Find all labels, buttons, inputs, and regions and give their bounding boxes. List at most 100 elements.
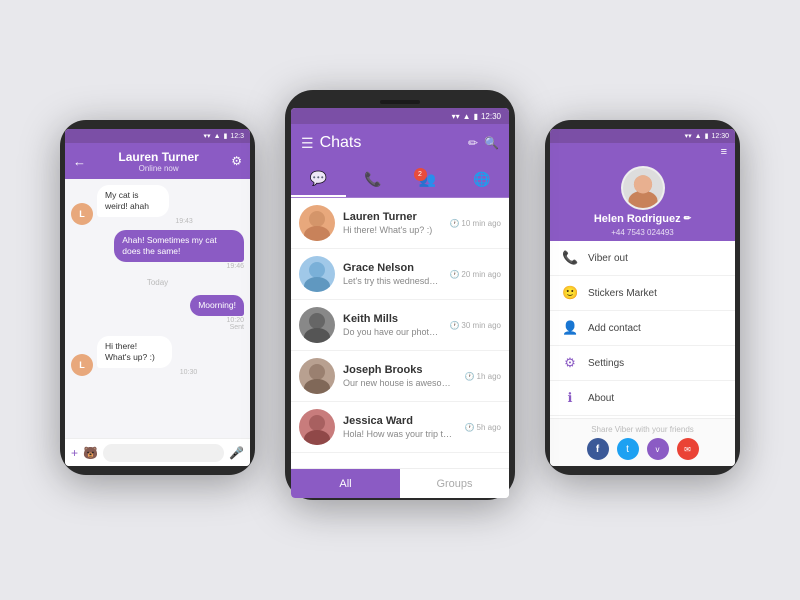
phone-left-screen: ▾▾ ▲ ▮ 12:3 ← Lauren Turner Online now ⚙… bbox=[65, 129, 250, 466]
message-time-4: 10:30 bbox=[97, 369, 197, 376]
tab-chats[interactable]: 💬 bbox=[291, 162, 346, 197]
menu-label-add-contact: Add contact bbox=[588, 323, 641, 334]
add-icon[interactable]: + bbox=[71, 446, 78, 460]
email-share-button[interactable]: ✉ bbox=[677, 438, 699, 460]
phone-speaker bbox=[380, 100, 420, 104]
share-bar: Share Viber with your friends f t v ✉ bbox=[550, 418, 735, 466]
wifi-icon-c: ▲ bbox=[463, 112, 471, 121]
chat-time-2: 🕐 30 min ago bbox=[449, 321, 501, 330]
message-row-3: Moorning! 10:20 Sent bbox=[71, 295, 244, 331]
clock-icon-4: 🕐 bbox=[465, 423, 475, 432]
status-bar-center: ▾▾ ▲ ▮ 12:30 bbox=[291, 108, 509, 124]
chat-preview-4: Hola! How was your trip to Dominican Rep… bbox=[343, 429, 457, 439]
chat-header-left: ← Lauren Turner Online now ⚙ bbox=[65, 143, 250, 179]
menu-label-stickers: Stickers Market bbox=[588, 288, 657, 299]
back-button[interactable]: ← bbox=[73, 154, 86, 169]
filter-all[interactable]: All bbox=[291, 469, 400, 498]
avatar-small-2: L bbox=[71, 354, 93, 376]
chat-name-3: Joseph Brooks bbox=[343, 364, 457, 376]
chat-item-4[interactable]: Jessica Ward Hola! How was your trip to … bbox=[291, 402, 509, 453]
phone-right-screen: ▾▾ ▲ ▮ 12:30 ≡ Helen Rodrigu bbox=[550, 129, 735, 466]
tab-contacts[interactable]: 👥 2 bbox=[400, 162, 455, 197]
menu-label-viber-out: Viber out bbox=[588, 253, 628, 264]
tab-more[interactable]: 🌐 bbox=[455, 162, 510, 197]
message-bubble-out-2: Ahah! Sometimes my cat does the same! bbox=[114, 230, 244, 262]
message-row-4: L Hi there! What's up? :) 10:30 bbox=[71, 336, 244, 376]
menu-label-settings: Settings bbox=[588, 358, 624, 369]
chat-preview-2: Do you have our photos from the nye? bbox=[343, 327, 441, 337]
menu-item-add-contact[interactable]: 👤 Add contact bbox=[550, 311, 735, 346]
mic-icon[interactable]: 🎤 bbox=[229, 446, 244, 460]
contact-status: Online now bbox=[92, 164, 225, 173]
message-bubble-in-4: Hi there! What's up? :) bbox=[97, 336, 172, 368]
chat-item-2[interactable]: Keith Mills Do you have our photos from … bbox=[291, 300, 509, 351]
share-icons: f t v ✉ bbox=[556, 438, 729, 460]
search-button[interactable]: 🔍 bbox=[484, 136, 499, 150]
avatar-joseph bbox=[299, 358, 335, 394]
message-row-1: L My cat is weird! ahah 19:43 bbox=[71, 185, 244, 225]
contacts-badge: 2 bbox=[414, 168, 427, 181]
time-right: 12:30 bbox=[711, 133, 729, 140]
message-sent-label: Sent bbox=[230, 324, 244, 331]
chat-time-1: 🕐 20 min ago bbox=[449, 270, 501, 279]
phone-center-screen: ▾▾ ▲ ▮ 12:30 ☰ Chats ✏ 🔍 💬 📞 bbox=[291, 108, 509, 498]
viber-share-button[interactable]: v bbox=[647, 438, 669, 460]
sticker-icon[interactable]: 🐻 bbox=[83, 446, 98, 460]
chat-info-4: Jessica Ward Hola! How was your trip to … bbox=[343, 415, 457, 439]
menu-item-settings[interactable]: ⚙ Settings bbox=[550, 346, 735, 381]
stickers-icon: 🙂 bbox=[562, 285, 578, 301]
menu-item-viber-out[interactable]: 📞 Viber out bbox=[550, 241, 735, 276]
chat-name-2: Keith Mills bbox=[343, 313, 441, 325]
chat-name-4: Jessica Ward bbox=[343, 415, 457, 427]
profile-header: Helen Rodriguez ✏ +44 7543 024493 bbox=[550, 161, 735, 241]
chat-item-1[interactable]: Grace Nelson Let's try this wednesday...… bbox=[291, 249, 509, 300]
chat-tab-icon: 💬 bbox=[310, 170, 327, 187]
twitter-share-button[interactable]: t bbox=[617, 438, 639, 460]
contact-info: Lauren Turner Online now bbox=[92, 150, 225, 173]
menu-icon-right[interactable]: ≡ bbox=[721, 146, 727, 158]
clock-icon-0: 🕐 bbox=[449, 219, 459, 228]
signal-icon: ▾▾ bbox=[204, 132, 211, 140]
phone-right: ▾▾ ▲ ▮ 12:30 ≡ Helen Rodrigu bbox=[545, 120, 740, 475]
chat-preview-0: Hi there! What's up? :) bbox=[343, 225, 441, 235]
filter-groups[interactable]: Groups bbox=[400, 469, 509, 498]
menu-label-about: About bbox=[588, 393, 614, 404]
chat-name-0: Lauren Turner bbox=[343, 211, 441, 223]
viber-out-icon: 📞 bbox=[562, 250, 578, 266]
tab-calls[interactable]: 📞 bbox=[346, 162, 401, 197]
menu-button[interactable]: ☰ bbox=[301, 135, 314, 152]
battery-icon: ▮ bbox=[224, 132, 228, 140]
chat-info-3: Joseph Brooks Our new house is awesome! … bbox=[343, 364, 457, 388]
profile-phone: +44 7543 024493 bbox=[611, 228, 674, 237]
chat-item-3[interactable]: Joseph Brooks Our new house is awesome! … bbox=[291, 351, 509, 402]
chat-info-1: Grace Nelson Let's try this wednesday...… bbox=[343, 262, 441, 286]
chat-item-0[interactable]: Lauren Turner Hi there! What's up? :) 🕐 … bbox=[291, 198, 509, 249]
avatar-grace bbox=[299, 256, 335, 292]
menu-item-about[interactable]: ℹ About bbox=[550, 381, 735, 416]
message-bubble-in-1: My cat is weird! ahah bbox=[97, 185, 169, 217]
chat-time-0: 🕐 10 min ago bbox=[449, 219, 501, 228]
chat-preview-3: Our new house is awesome! You should com… bbox=[343, 378, 457, 388]
battery-icon-r: ▮ bbox=[705, 132, 709, 140]
chat-time-3: 🕐 1h ago bbox=[465, 372, 501, 381]
avatar-keith bbox=[299, 307, 335, 343]
clock-icon-3: 🕐 bbox=[465, 372, 475, 381]
profile-avatar bbox=[621, 166, 665, 210]
menu-item-stickers[interactable]: 🙂 Stickers Market bbox=[550, 276, 735, 311]
facebook-share-button[interactable]: f bbox=[587, 438, 609, 460]
chat-info-0: Lauren Turner Hi there! What's up? :) bbox=[343, 211, 441, 235]
wifi-icon-r: ▲ bbox=[695, 133, 702, 140]
avatar-jessica bbox=[299, 409, 335, 445]
chat-time-4: 🕐 5h ago bbox=[465, 423, 501, 432]
status-bar-left: ▾▾ ▲ ▮ 12:3 bbox=[65, 129, 250, 143]
chat-info-2: Keith Mills Do you have our photos from … bbox=[343, 313, 441, 337]
edit-button[interactable]: ✏ bbox=[468, 136, 478, 150]
signal-icon-c: ▾▾ bbox=[452, 112, 460, 121]
avatar-lauren bbox=[299, 205, 335, 241]
message-input[interactable] bbox=[103, 444, 224, 462]
phone-left: ▾▾ ▲ ▮ 12:3 ← Lauren Turner Online now ⚙… bbox=[60, 120, 255, 475]
message-input-bar: + 🐻 🎤 bbox=[65, 438, 250, 466]
contact-name: Lauren Turner bbox=[92, 150, 225, 164]
settings-button[interactable]: ⚙ bbox=[231, 154, 242, 168]
message-bubble-out-3: Moorning! bbox=[190, 295, 244, 316]
